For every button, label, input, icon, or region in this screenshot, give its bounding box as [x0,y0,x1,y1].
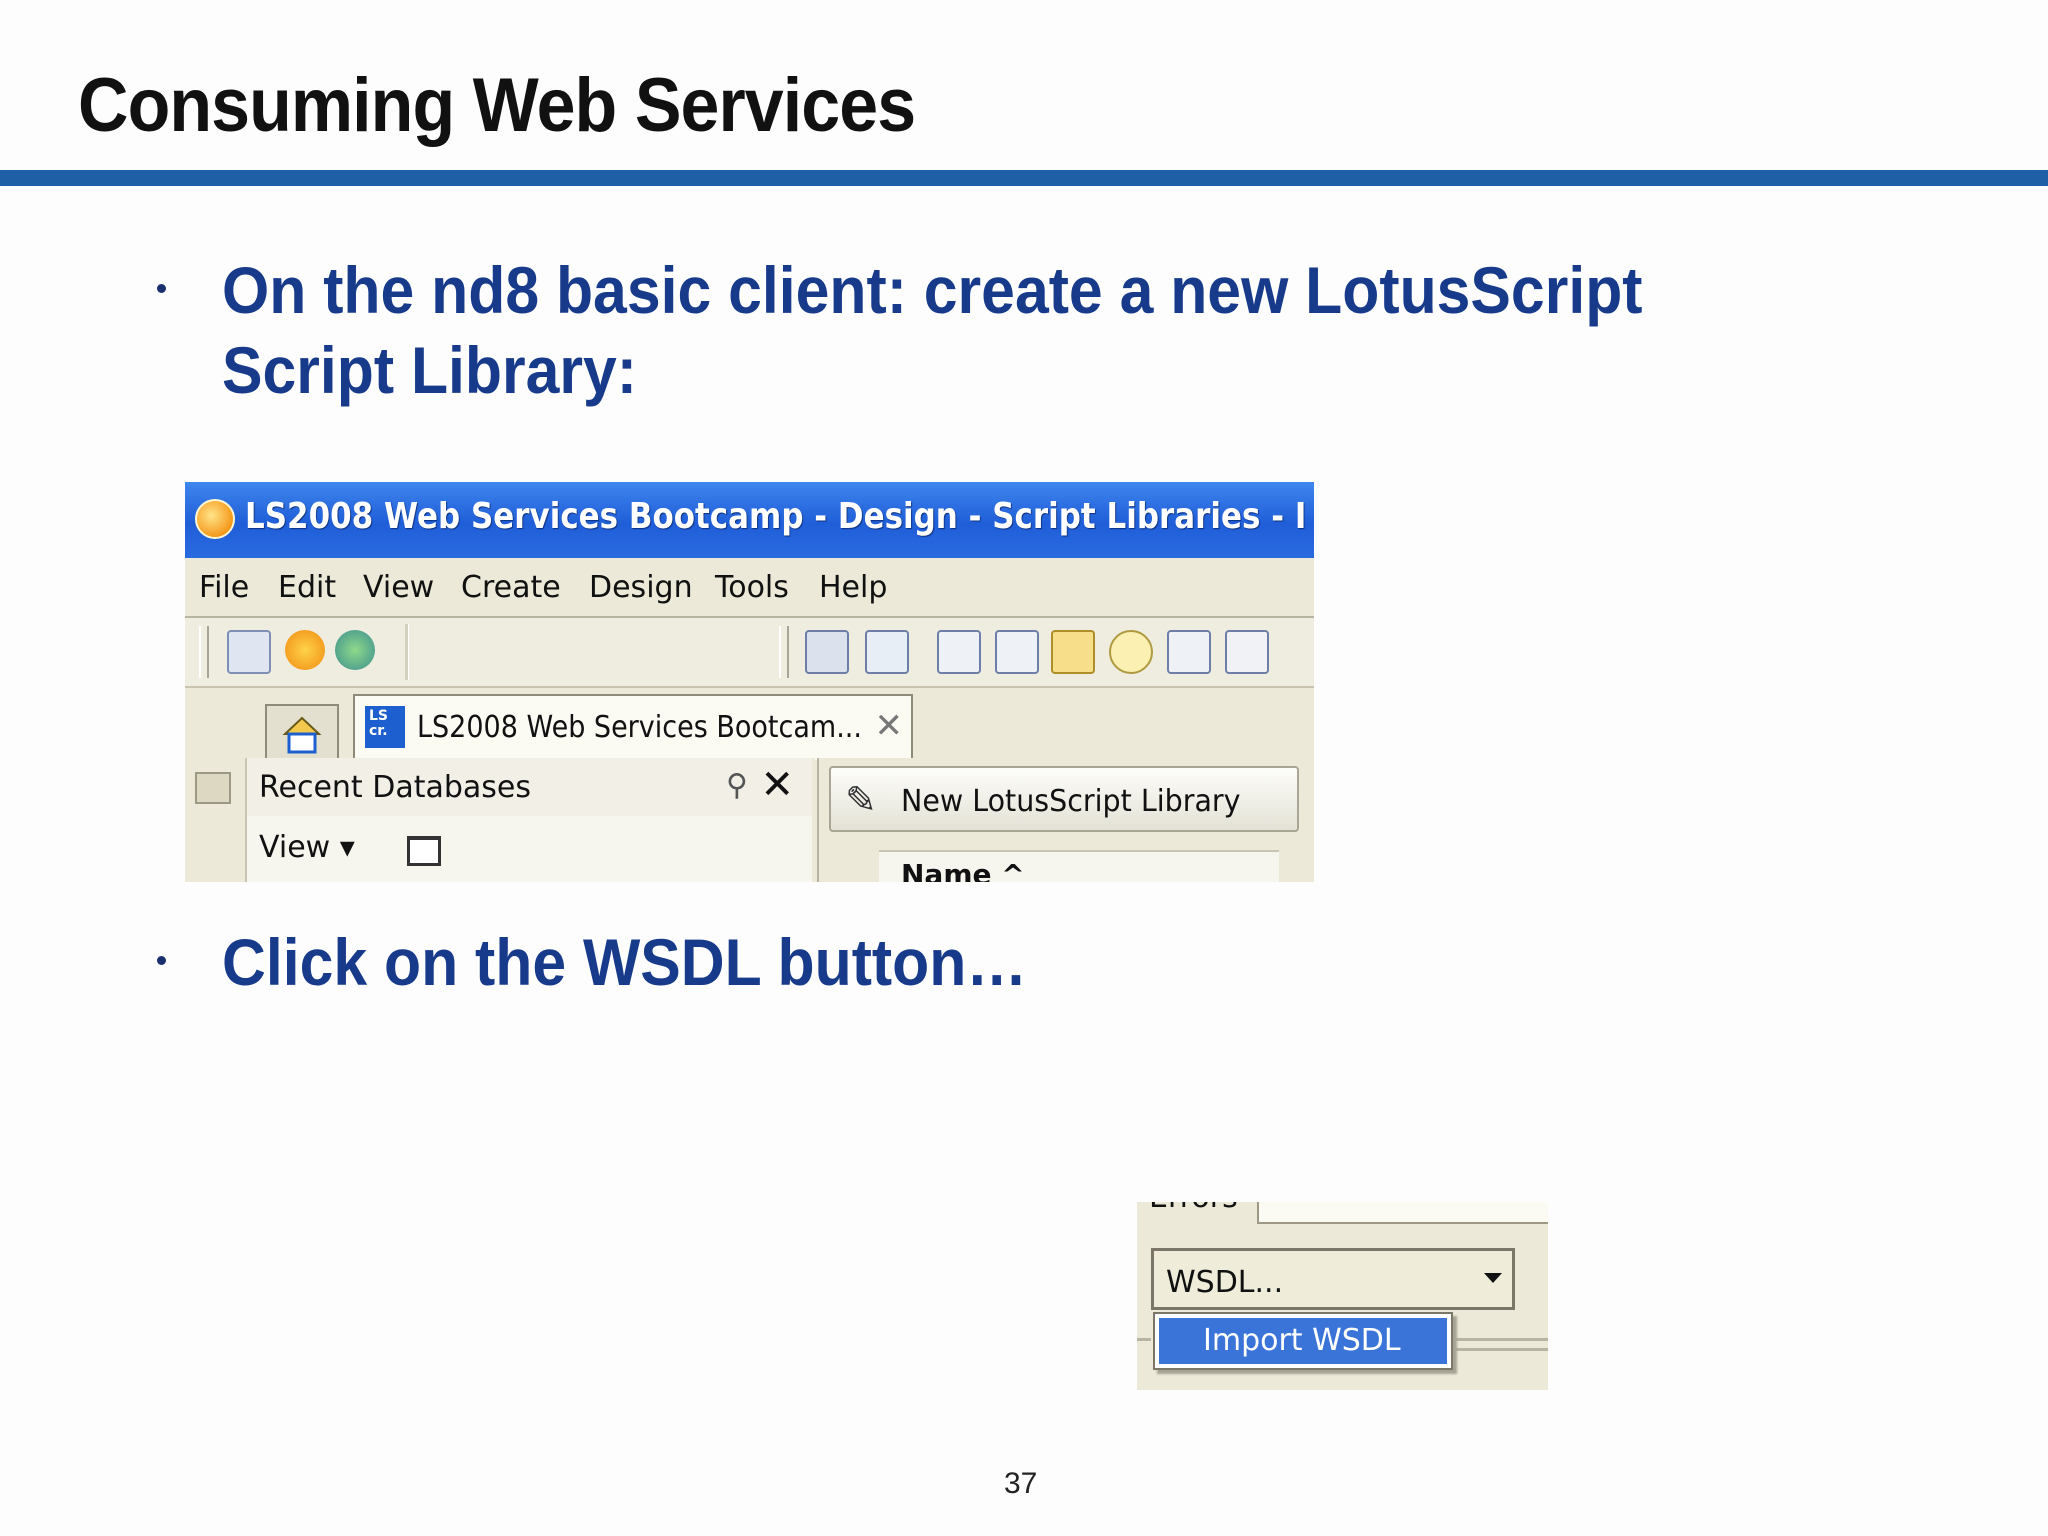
database-icon: LS cr. [365,706,405,748]
wsdl-screenshot: Errors WSDL... Import WSDL [1137,1202,1548,1390]
divider [1137,1338,1151,1341]
menu-bar: File Edit View Create Design Tools Help [185,558,1314,618]
name-column-header[interactable]: Name ^ [879,850,1279,882]
close-tab-icon[interactable]: ✕ [875,706,904,746]
import-wsdl-label[interactable]: Import WSDL [1203,1323,1401,1358]
menu-view[interactable]: View [363,570,434,605]
notes-logo-icon[interactable] [285,630,325,670]
errors-tab-label[interactable]: Errors [1149,1202,1238,1215]
menu-edit[interactable]: Edit [278,570,336,605]
home-tab[interactable] [265,704,339,758]
menu-tools[interactable]: Tools [715,570,789,605]
designer-screenshot: LS2008 Web Services Bootcamp - Design - … [185,482,1314,882]
bookmark-bar-icon[interactable] [195,772,231,804]
window-titlebar: LS2008 Web Services Bootcamp - Design - … [185,482,1314,558]
new-form-icon[interactable] [1167,630,1211,674]
new-agent-icon[interactable] [1225,630,1269,674]
toolbar [185,618,1314,688]
menu-help[interactable]: Help [819,570,887,605]
toolbar-separator [405,624,409,680]
wsdl-dropdown[interactable]: WSDL... [1151,1248,1515,1310]
menu-create[interactable]: Create [461,570,561,605]
new-folder-icon[interactable] [1051,630,1095,674]
script-libraries-pane: ✎ New LotusScript Library Name ^ [817,758,1314,882]
bookmark-icon[interactable] [227,630,271,674]
view-menu-button[interactable]: View ▾ [259,830,355,865]
bullet-item: Click on the WSDL button… [157,922,1737,1012]
home-icon [282,716,322,754]
database-tab-label: LS2008 Web Services Bootcam... [417,710,862,745]
bullet-dot [157,956,166,965]
bullet-item: On the nd8 basic client: create a new Lo… [157,250,1737,420]
menu-file[interactable]: File [199,570,249,605]
database-tab[interactable]: LS cr. LS2008 Web Services Bootcam... ✕ [353,694,913,760]
wsdl-dropdown-menu: Import WSDL [1153,1312,1453,1370]
globe-icon[interactable] [335,630,375,670]
menu-design[interactable]: Design [589,570,693,605]
close-pane-icon[interactable]: ✕ [760,762,794,808]
slide-title: Consuming Web Services [78,63,916,148]
toolbar-grip[interactable] [199,626,209,678]
new-folder-icon[interactable] [407,836,441,866]
recent-databases-pane: Recent Databases ⚲ ✕ View ▾ [185,758,815,882]
title-rule [0,170,2048,186]
pane-header: Recent Databases ⚲ ✕ [245,758,812,816]
new-table-icon[interactable] [995,630,1039,674]
page-number: 37 [1004,1467,1038,1500]
column-header-label: Name ^ [901,858,1025,882]
notes-app-icon [195,499,235,539]
view-toolbar: View ▾ [245,816,812,882]
toolbar-grip[interactable] [779,626,789,678]
pin-icon[interactable]: ⚲ [726,768,748,803]
bullet-text: Click on the WSDL button… [222,925,1028,999]
wsdl-dropdown-value: WSDL... [1166,1265,1284,1300]
lightbulb-icon[interactable] [1109,630,1153,674]
tab-border [1257,1202,1548,1224]
chevron-down-icon[interactable] [1484,1273,1502,1283]
new-lotusscript-library-button[interactable]: ✎ New LotusScript Library [829,766,1299,832]
pane-title: Recent Databases [259,770,531,805]
script-icon: ✎ [845,778,877,822]
new-page-icon[interactable] [937,630,981,674]
bullet-dot [157,284,166,293]
tab-row: LS cr. LS2008 Web Services Bootcam... ✕ [185,688,1314,760]
bullet-text: On the nd8 basic client: create a new Lo… [222,253,1643,407]
window-title: LS2008 Web Services Bootcamp - Design - … [245,496,1307,537]
new-library-label: New LotusScript Library [901,784,1241,819]
divider [1455,1348,1548,1351]
database-properties-icon[interactable] [805,630,849,674]
key-icon[interactable] [865,630,909,674]
divider [1455,1338,1548,1341]
